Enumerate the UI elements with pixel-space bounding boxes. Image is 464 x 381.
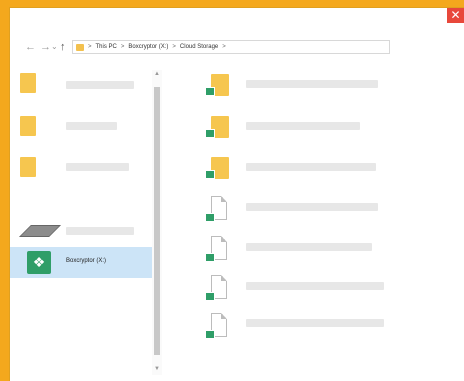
- lock-badge-icon: [205, 292, 215, 301]
- file-name-placeholder[interactable]: [246, 203, 378, 211]
- address-bar[interactable]: > This PC > Boxcryptor (X:) > Cloud Stor…: [72, 40, 390, 54]
- sidebar-scrollbar[interactable]: ▲ ▼: [152, 70, 162, 375]
- forward-button[interactable]: →: [40, 40, 51, 54]
- encrypted-file-icon[interactable]: [205, 275, 229, 301]
- breadcrumb-separator: >: [120, 44, 125, 50]
- breadcrumb-cloud-storage[interactable]: Cloud Storage: [180, 44, 218, 50]
- nav-item-placeholder[interactable]: [66, 81, 134, 89]
- up-button[interactable]: ↑: [60, 40, 66, 54]
- nav-item-placeholder[interactable]: [66, 122, 117, 130]
- breadcrumb-separator: >: [172, 44, 176, 50]
- breadcrumb-separator: >: [88, 44, 92, 50]
- lock-badge-icon: [205, 213, 215, 222]
- encrypted-folder-icon[interactable]: [205, 157, 229, 179]
- scroll-up-arrow[interactable]: ▲: [152, 70, 162, 78]
- nav-item-placeholder[interactable]: [66, 163, 129, 171]
- file-name-placeholder[interactable]: [246, 243, 372, 251]
- folder-icon[interactable]: [20, 73, 36, 93]
- encrypted-file-icon[interactable]: [205, 236, 229, 262]
- close-button[interactable]: ✕: [447, 8, 464, 23]
- encrypted-folder-icon[interactable]: [205, 116, 229, 138]
- lock-badge-icon: [205, 330, 215, 339]
- sidebar-item-label: Boxcryptor (X:): [66, 258, 107, 264]
- file-name-placeholder[interactable]: [246, 122, 360, 130]
- file-name-placeholder[interactable]: [246, 80, 378, 88]
- folder-icon[interactable]: [20, 157, 36, 177]
- scrollbar-thumb[interactable]: [154, 87, 160, 355]
- file-name-placeholder[interactable]: [246, 282, 384, 290]
- lock-badge-icon: [205, 170, 215, 179]
- encrypted-folder-icon[interactable]: [205, 74, 229, 96]
- encrypted-file-icon[interactable]: [205, 313, 229, 339]
- breadcrumb-expand[interactable]: >: [222, 44, 226, 50]
- back-button[interactable]: ←: [25, 40, 36, 54]
- folder-icon[interactable]: [20, 116, 36, 136]
- file-name-placeholder[interactable]: [246, 163, 376, 171]
- encrypted-file-icon[interactable]: [205, 196, 229, 222]
- lock-badge-icon: [205, 87, 215, 96]
- explorer-window: [10, 8, 464, 381]
- lock-badge-icon: [205, 253, 215, 262]
- breadcrumb-this-pc[interactable]: This PC: [96, 44, 117, 50]
- boxcryptor-logo-icon: ❖: [27, 251, 51, 274]
- folder-icon: [76, 43, 84, 51]
- scroll-down-arrow[interactable]: ▼: [152, 365, 162, 373]
- recent-locations-button[interactable]: ⌄: [51, 40, 58, 54]
- breadcrumb-boxcryptor[interactable]: Boxcryptor (X:): [128, 44, 168, 50]
- lock-badge-icon: [205, 129, 215, 138]
- nav-item-placeholder[interactable]: [66, 227, 134, 235]
- file-name-placeholder[interactable]: [246, 319, 384, 327]
